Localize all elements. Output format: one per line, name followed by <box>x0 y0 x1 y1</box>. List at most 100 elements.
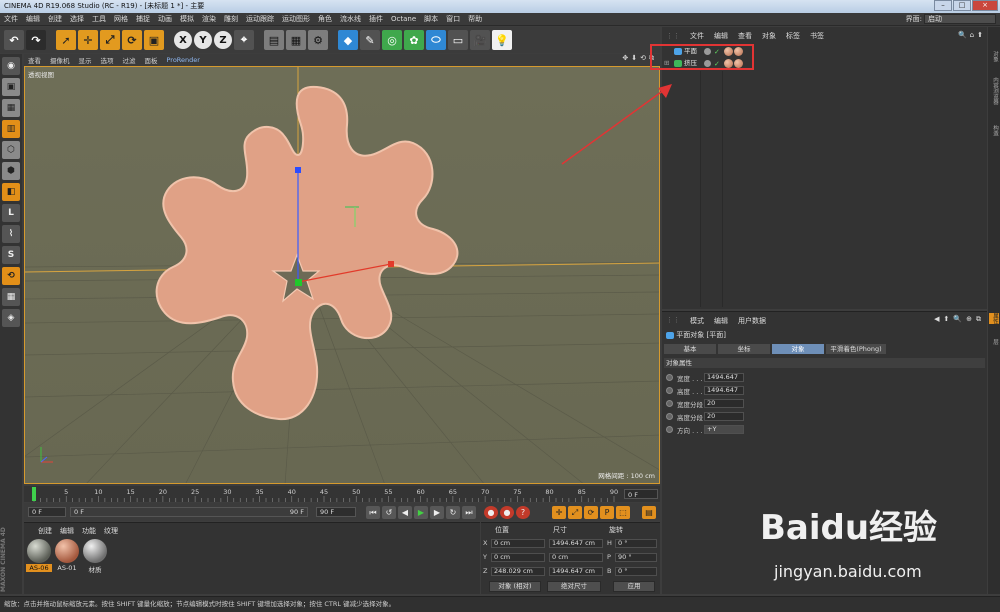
position-x-field[interactable]: 0 cm <box>491 539 545 548</box>
width-segments-field[interactable]: 20 <box>704 399 744 408</box>
material-menu-function[interactable]: 功能 <box>82 526 96 536</box>
material-menu-edit[interactable]: 编辑 <box>60 526 74 536</box>
gizmo-y-handle[interactable] <box>295 279 302 286</box>
texture-mode-icon[interactable]: ▦ <box>2 99 20 117</box>
material-swatch[interactable]: AS-06 <box>26 539 52 572</box>
autokey-icon[interactable]: ● <box>500 506 514 519</box>
go-to-start-icon[interactable]: ⏮ <box>366 506 380 519</box>
close-button[interactable]: × <box>972 0 998 11</box>
position-z-field[interactable]: 248.029 cm <box>491 567 545 576</box>
search-icon[interactable]: 🔍 <box>958 31 967 39</box>
tab-basic[interactable]: 基本 <box>664 344 716 354</box>
tab-coord[interactable]: 坐标 <box>718 344 770 354</box>
viewport-menu-prorender[interactable]: ProRender <box>167 56 200 64</box>
rotation-h-field[interactable]: 0 ° <box>615 539 657 548</box>
viewport-menu-panel[interactable]: 面板 <box>145 55 158 65</box>
go-to-end-icon[interactable]: ⏭ <box>462 506 476 519</box>
rotation-b-field[interactable]: 0 ° <box>615 567 657 576</box>
recent-tool-icon[interactable]: ▣ <box>144 30 164 50</box>
material-menu-create[interactable]: 创建 <box>38 526 52 536</box>
tab-object[interactable]: 对象 <box>772 344 824 354</box>
height-field[interactable]: 1494.647 <box>704 386 744 395</box>
orbit-icon[interactable]: ⟲ <box>640 54 646 63</box>
cube-icon[interactable]: ◆ <box>338 30 358 50</box>
make-editable-icon[interactable]: ◉ <box>2 57 20 75</box>
menu-window[interactable]: 窗口 <box>446 14 460 24</box>
axis-mode-icon[interactable]: L <box>2 204 20 222</box>
next-frame-icon[interactable]: ▶ <box>430 506 444 519</box>
tab-structure[interactable]: 构造 <box>989 125 999 136</box>
gizmo-x-handle[interactable] <box>388 261 394 267</box>
planar-workplane-icon[interactable]: ▦ <box>2 288 20 306</box>
rotation-p-field[interactable]: 90 ° <box>615 553 657 562</box>
object-menu-bookmarks[interactable]: 书签 <box>810 31 824 41</box>
solo-icon[interactable]: ◈ <box>2 309 20 327</box>
camera-icon[interactable]: 🎥 <box>470 30 490 50</box>
viewport-menu-cameras[interactable]: 摄像机 <box>50 55 70 65</box>
timeline-window-icon[interactable]: ▤ <box>642 506 656 519</box>
key-position-icon[interactable]: ✛ <box>552 506 566 519</box>
object-menu-objects[interactable]: 对象 <box>762 31 776 41</box>
menu-octane[interactable]: Octane <box>391 15 416 23</box>
menu-mesh[interactable]: 网格 <box>114 14 128 24</box>
menu-simulate[interactable]: 模拟 <box>180 14 194 24</box>
timeline-ruler[interactable]: 051015202530354045505560657075808590 0 F <box>24 486 660 502</box>
next-key-icon[interactable]: ↻ <box>446 506 460 519</box>
previous-key-icon[interactable]: ↺ <box>382 506 396 519</box>
viewport-menu-options[interactable]: 选项 <box>101 55 114 65</box>
width-field[interactable]: 1494.647 <box>704 373 744 382</box>
search-icon[interactable]: 🔍 <box>953 315 962 324</box>
points-mode-icon[interactable]: ⬡ <box>2 141 20 159</box>
edges-mode-icon[interactable]: ⬢ <box>2 162 20 180</box>
height-segments-field[interactable]: 20 <box>704 412 744 421</box>
lock-icon[interactable]: ⊕ <box>966 315 972 324</box>
y-axis-lock-icon[interactable]: Y <box>194 31 212 49</box>
material-menu-texture[interactable]: 纹理 <box>104 526 118 536</box>
object-menu-file[interactable]: 文件 <box>690 31 704 41</box>
menu-edit[interactable]: 编辑 <box>26 14 40 24</box>
floor-icon[interactable]: ▭ <box>448 30 468 50</box>
menu-character[interactable]: 角色 <box>318 14 332 24</box>
material-swatch[interactable]: 材质 <box>82 539 108 574</box>
coordinate-mode-select[interactable]: 对象 (相对) <box>489 581 541 592</box>
array-icon[interactable]: ✿ <box>404 30 424 50</box>
back-arrow-icon[interactable]: ◀ <box>934 315 939 324</box>
maximize-button[interactable]: □ <box>953 0 971 11</box>
undo-icon[interactable]: ↶ <box>4 30 24 50</box>
menu-script[interactable]: 脚本 <box>424 14 438 24</box>
menu-help[interactable]: 帮助 <box>468 14 482 24</box>
record-keys-icon[interactable]: ● <box>484 506 498 519</box>
playhead[interactable] <box>32 487 36 501</box>
object-menu-view[interactable]: 查看 <box>738 31 752 41</box>
snap-icon[interactable]: S <box>2 246 20 264</box>
up-arrow-icon[interactable]: ⬆ <box>944 315 950 324</box>
previous-frame-icon[interactable]: ◀ <box>398 506 412 519</box>
menu-sculpt[interactable]: 雕刻 <box>224 14 238 24</box>
size-x-field[interactable]: 1494.647 cm <box>549 539 603 548</box>
move-icon[interactable]: ✛ <box>78 30 98 50</box>
workplane-icon[interactable]: ▥ <box>2 120 20 138</box>
frame-range-slider[interactable]: 0 F 90 F <box>70 507 308 517</box>
polygons-mode-icon[interactable]: ◧ <box>2 183 20 201</box>
key-rotation-icon[interactable]: ⟳ <box>584 506 598 519</box>
lock-workplane-icon[interactable]: ⟲ <box>2 267 20 285</box>
end-frame-field[interactable]: 90 F <box>316 507 356 517</box>
tab-content-browser[interactable]: 内容浏览器 <box>989 77 999 105</box>
tab-phong[interactable]: 平滑着色(Phong) <box>826 344 886 354</box>
tweak-icon[interactable]: ⌇ <box>2 225 20 243</box>
x-axis-lock-icon[interactable]: X <box>174 31 192 49</box>
tab-attributes[interactable]: 属性 <box>989 313 999 324</box>
minimize-button[interactable]: – <box>934 0 952 11</box>
menu-plugins[interactable]: 插件 <box>369 14 383 24</box>
menu-animate[interactable]: 动画 <box>158 14 172 24</box>
attribute-menu-user-data[interactable]: 用户数据 <box>738 316 766 326</box>
current-frame-field[interactable]: 0 F <box>624 489 658 499</box>
apply-button[interactable]: 应用 <box>613 581 655 592</box>
key-pla-icon[interactable]: ⬚ <box>616 506 630 519</box>
rotate-icon[interactable]: ⟳ <box>122 30 142 50</box>
scale-icon[interactable]: ⤢ <box>100 30 120 50</box>
menu-create[interactable]: 创建 <box>48 14 62 24</box>
play-icon[interactable]: ▶ <box>414 506 428 519</box>
render-picture-viewer-icon[interactable]: ▦ <box>286 30 306 50</box>
layout-select[interactable]: 启动 <box>924 14 996 24</box>
